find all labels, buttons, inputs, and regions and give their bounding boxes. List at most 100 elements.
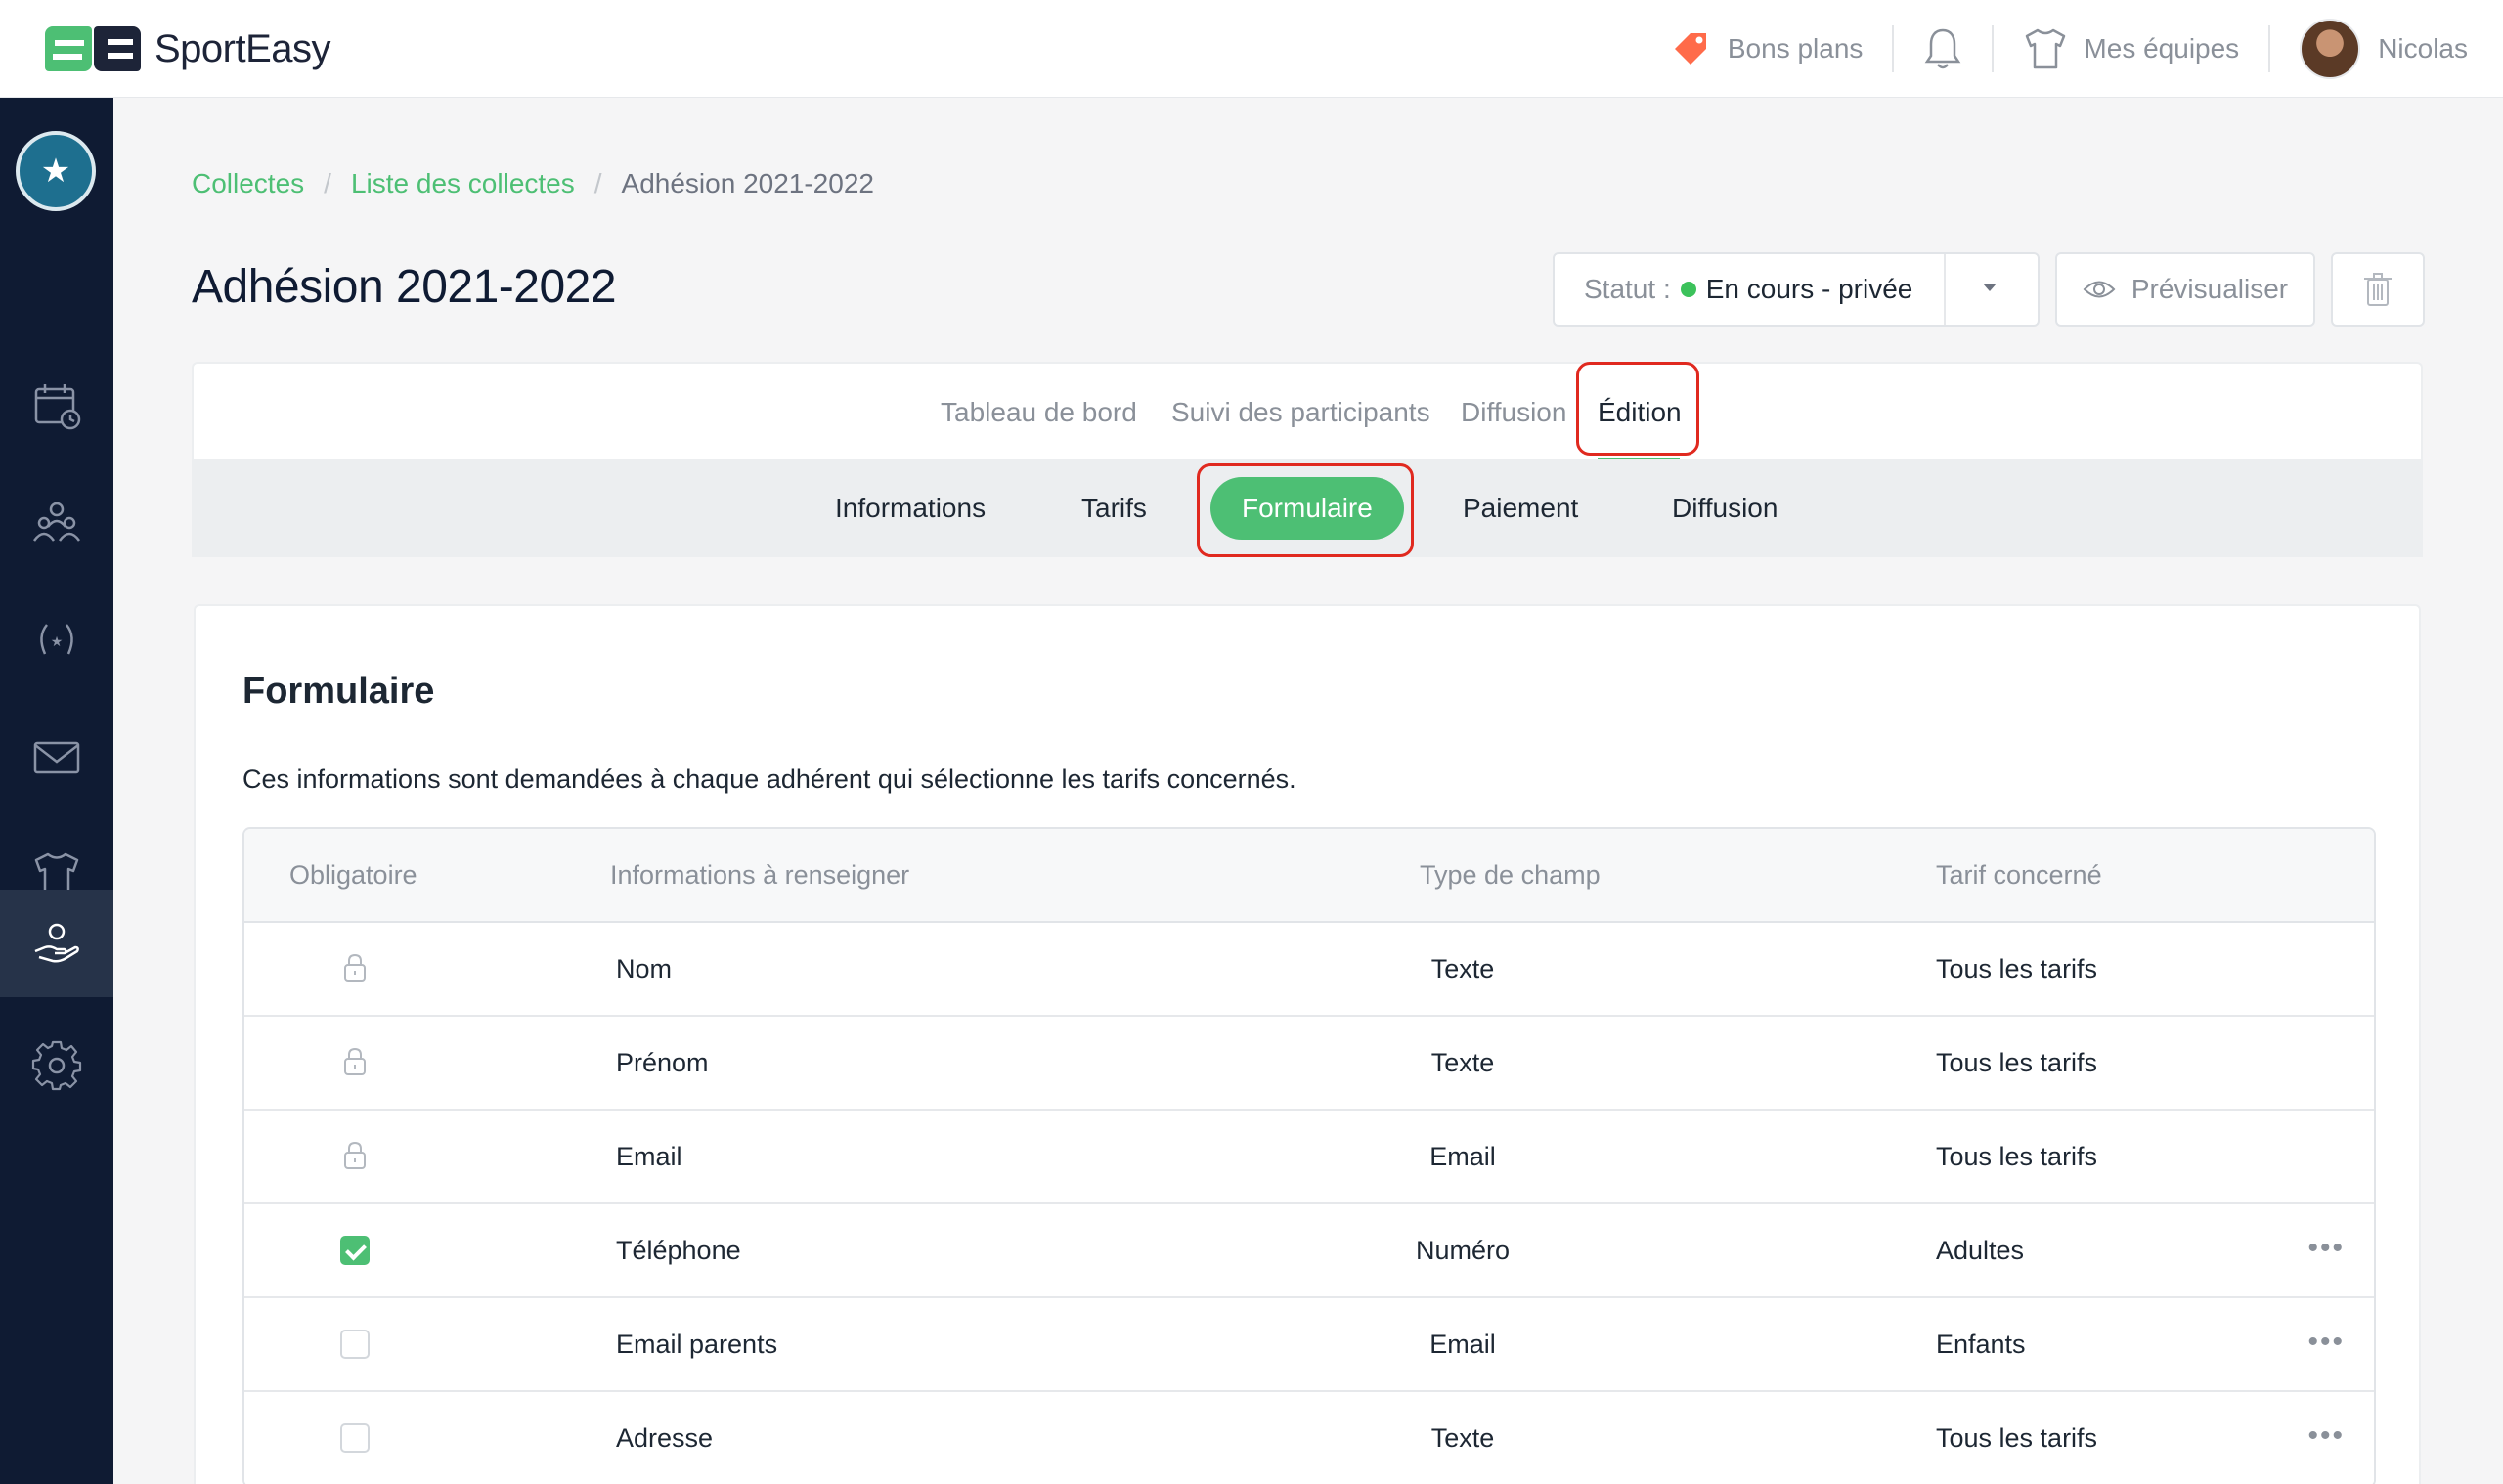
field-tariff: Tous les tarifs — [1936, 1423, 2098, 1453]
deals-label: Bons plans — [1727, 33, 1864, 64]
field-name: Email parents — [616, 1330, 778, 1359]
gear-icon — [31, 1040, 82, 1091]
main-tabs: Tableau de bord Suivi des participants D… — [192, 362, 2423, 461]
shirt-icon — [2026, 28, 2066, 69]
field-tariff: Adultes — [1936, 1236, 2025, 1265]
eye-icon — [2083, 281, 2116, 298]
lock-icon — [344, 953, 366, 982]
sidebar-item-settings[interactable] — [0, 1012, 113, 1119]
breadcrumb-link-list[interactable]: Liste des collectes — [351, 168, 575, 199]
highlight-edition-tab — [1576, 362, 1699, 456]
form-card: Formulaire Ces informations sont demandé… — [194, 604, 2421, 1484]
sidebar-item-collections[interactable] — [0, 890, 113, 997]
logo-text: SportEasy — [154, 26, 331, 70]
more-options-icon[interactable]: ••• — [2307, 1234, 2345, 1263]
status-label: Statut : — [1584, 274, 1671, 304]
sidebar-item-members[interactable] — [0, 469, 113, 577]
table-row: Téléphone Numéro Adultes ••• — [244, 1204, 2374, 1298]
tab-dashboard[interactable]: Tableau de bord — [941, 397, 1137, 428]
table-row: Prénom Texte Tous les tarifs — [244, 1017, 2374, 1111]
sidebar-item-calendar[interactable] — [0, 352, 113, 459]
table-row: Email Email Tous les tarifs — [244, 1111, 2374, 1204]
field-type: Email — [1429, 1330, 1496, 1359]
lock-icon — [344, 1047, 366, 1075]
column-header-field: Informations à renseigner — [610, 860, 910, 890]
field-name: Nom — [616, 954, 673, 983]
lock-icon — [344, 1141, 366, 1169]
laurel-icon: ★ — [40, 624, 73, 655]
page-title: Adhésion 2021-2022 — [192, 261, 617, 313]
preview-button[interactable]: Prévisualiser — [2055, 252, 2315, 327]
status-select[interactable]: Statut : En cours - privée — [1553, 252, 2040, 327]
required-checkbox[interactable] — [340, 1423, 370, 1453]
my-teams-label: Mes équipes — [2084, 33, 2240, 64]
field-type: Texte — [1430, 1423, 1495, 1453]
subtab-informations[interactable]: Informations — [835, 493, 986, 524]
form-fields-table: Obligatoire Informations à renseigner Ty… — [242, 827, 2376, 1484]
breadcrumb-separator: / — [324, 168, 331, 198]
svg-text:★: ★ — [51, 634, 64, 650]
highlight-formulaire-tab — [1197, 463, 1414, 557]
table-row: Adresse Texte Tous les tarifs ••• — [244, 1392, 2374, 1484]
table-row: Email parents Email Enfants ••• — [244, 1298, 2374, 1392]
subtab-paiement[interactable]: Paiement — [1463, 493, 1578, 524]
breadcrumb-link-collectes[interactable]: Collectes — [192, 168, 304, 199]
star-icon: ★ — [40, 153, 71, 190]
logo-mark-icon — [45, 25, 141, 72]
delete-button[interactable] — [2331, 252, 2425, 327]
divider — [1944, 254, 1946, 325]
field-type: Email — [1429, 1142, 1496, 1171]
user-menu[interactable]: Nicolas — [2270, 18, 2468, 80]
hand-donation-icon — [34, 923, 79, 963]
sidebar-item-messages[interactable] — [0, 704, 113, 811]
calendar-icon — [34, 384, 81, 430]
more-options-icon[interactable]: ••• — [2307, 1421, 2345, 1451]
field-tariff: Enfants — [1936, 1330, 2026, 1359]
sidebar-item-competitions[interactable]: ★ — [0, 587, 113, 694]
tag-icon — [1674, 33, 1706, 65]
status-value: En cours - privée — [1705, 274, 1913, 304]
column-header-tariff: Tarif concerné — [1936, 860, 2102, 890]
mail-icon — [33, 741, 80, 774]
more-options-icon[interactable]: ••• — [2307, 1328, 2345, 1357]
breadcrumb-current: Adhésion 2021-2022 — [621, 168, 874, 198]
members-icon — [32, 502, 81, 542]
my-teams-link[interactable]: Mes équipes — [1994, 18, 2268, 80]
subtab-tarifs[interactable]: Tarifs — [1081, 493, 1147, 524]
breadcrumb: Collectes / Liste des collectes / Adhési… — [192, 168, 874, 199]
field-tariff: Tous les tarifs — [1936, 954, 2098, 983]
avatar — [2300, 19, 2361, 79]
field-tariff: Tous les tarifs — [1936, 1048, 2098, 1077]
sidebar: ★ ★ — [0, 98, 113, 1484]
tab-participants[interactable]: Suivi des participants — [1171, 397, 1430, 428]
bell-icon — [1925, 28, 1961, 69]
top-right-nav: Bons plans Mes équipes Nicolas — [1642, 18, 2468, 80]
club-logo[interactable]: ★ — [16, 131, 96, 211]
table-header: Obligatoire Informations à renseigner Ty… — [244, 829, 2374, 923]
sporteasy-logo[interactable]: SportEasy — [45, 25, 331, 72]
field-name: Téléphone — [616, 1236, 741, 1265]
section-title: Formulaire — [242, 671, 435, 712]
preview-label: Prévisualiser — [2130, 274, 2289, 304]
tab-diffusion[interactable]: Diffusion — [1461, 397, 1566, 428]
field-name: Adresse — [616, 1423, 714, 1453]
column-header-type: Type de champ — [1420, 860, 1601, 890]
trash-icon — [2364, 273, 2392, 306]
section-description: Ces informations sont demandées à chaque… — [242, 764, 1296, 794]
notifications-button[interactable] — [1894, 18, 1992, 80]
top-bar: SportEasy Bons plans Mes équipes Nicolas — [0, 0, 2503, 98]
field-type: Numéro — [1415, 1236, 1511, 1265]
field-name: Email — [616, 1142, 682, 1171]
subtab-diffusion[interactable]: Diffusion — [1672, 493, 1778, 524]
field-tariff: Tous les tarifs — [1936, 1142, 2098, 1171]
field-type: Texte — [1430, 1048, 1495, 1077]
user-name: Nicolas — [2378, 33, 2468, 64]
field-type: Texte — [1430, 954, 1495, 983]
required-checkbox[interactable] — [340, 1330, 370, 1359]
breadcrumb-separator: / — [593, 168, 602, 198]
table-row: Nom Texte Tous les tarifs — [244, 923, 2374, 1017]
required-checkbox[interactable] — [340, 1236, 370, 1265]
column-header-required: Obligatoire — [289, 860, 417, 890]
deals-link[interactable]: Bons plans — [1642, 18, 1893, 80]
status-dot — [1680, 282, 1696, 297]
